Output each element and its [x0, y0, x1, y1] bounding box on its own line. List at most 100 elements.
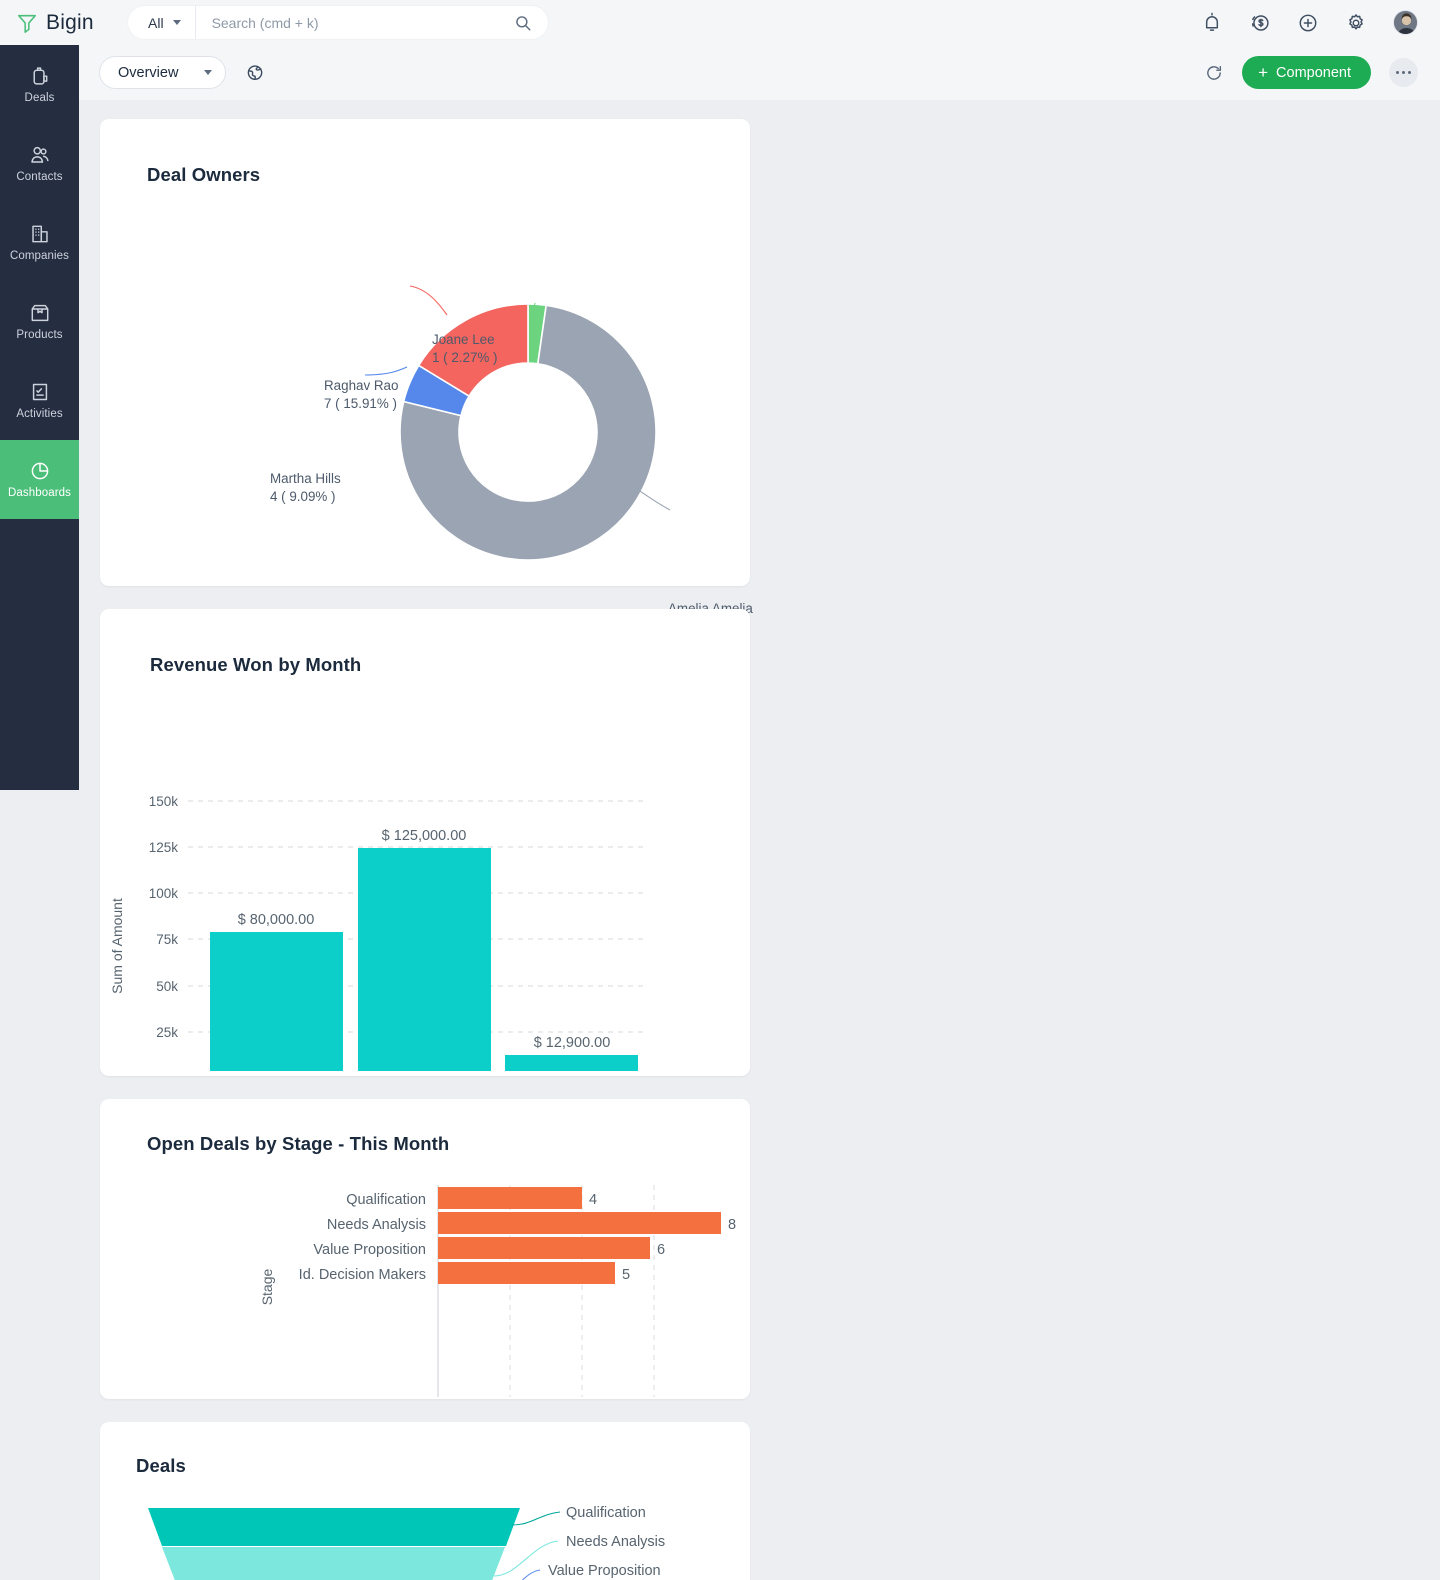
- hbar-id-decision-makers[interactable]: [438, 1262, 615, 1284]
- slice-value: 4 ( 9.09% ): [270, 488, 336, 504]
- svg-text:150k: 150k: [149, 794, 179, 809]
- gear-icon[interactable]: [1345, 12, 1367, 34]
- slice-value: 7 ( 15.91% ): [324, 395, 397, 411]
- bell-icon[interactable]: [1201, 12, 1223, 34]
- widget-deals-funnel: Deals Qualification Needs Analysis Value…: [100, 1422, 750, 1580]
- svg-text:5: 5: [622, 1267, 630, 1283]
- slice-value: 1 ( 2.27% ): [432, 349, 498, 365]
- bar-chart: 150k 125k 100k 75k 50k 25k 0 Sum of Amou…: [109, 794, 647, 1071]
- svg-text:Needs Analysis: Needs Analysis: [327, 1217, 426, 1233]
- globe-icon[interactable]: [244, 62, 265, 83]
- toolbar-right-group: + Component: [1204, 56, 1418, 89]
- dashboards-icon: [31, 462, 48, 480]
- chevron-down-icon: [204, 70, 213, 75]
- sidebar-item-label: Contacts: [16, 171, 63, 183]
- plus-circle-icon[interactable]: [1297, 12, 1319, 34]
- search-icon[interactable]: [514, 14, 548, 32]
- donut-chart: [364, 285, 671, 561]
- category-labels: Qualification Needs Analysis Value Propo…: [299, 1192, 426, 1283]
- svg-text:25k: 25k: [156, 1025, 178, 1040]
- funnel-chart: Qualification Needs Analysis Value Propo…: [148, 1505, 665, 1580]
- svg-text:100k: 100k: [149, 886, 179, 901]
- y-axis-ticks: 150k 125k 100k 75k 50k 25k 0: [149, 794, 179, 1040]
- svg-text:Needs Analysis: Needs Analysis: [566, 1534, 665, 1550]
- svg-text:Value Proposition: Value Proposition: [548, 1563, 661, 1579]
- y-axis-title: Stage: [259, 1268, 275, 1305]
- sidebar-item-dashboards[interactable]: Dashboards: [0, 440, 79, 519]
- header-icon-group: [1201, 10, 1440, 35]
- global-search-bar[interactable]: All: [128, 6, 548, 39]
- products-icon: [31, 304, 48, 322]
- chevron-down-icon: [172, 20, 181, 25]
- top-header-bar: Bigin All: [0, 0, 1440, 45]
- sidebar-item-label: Products: [16, 329, 63, 341]
- svg-text:$ 80,000.00: $ 80,000.00: [238, 912, 315, 928]
- hbar-needs-analysis[interactable]: [438, 1212, 721, 1234]
- sidebar-item-label: Companies: [9, 250, 70, 262]
- funnel-band-qualification[interactable]: [148, 1508, 520, 1546]
- donut-label-raghav-rao: Raghav Rao 7 ( 15.91% ): [324, 377, 398, 412]
- bar-may-2020[interactable]: [505, 1055, 638, 1071]
- horizontal-bar-chart: Qualification Needs Analysis Value Propo…: [259, 1185, 736, 1397]
- widget-title: Open Deals by Stage - This Month: [147, 1133, 450, 1154]
- hbar-value-proposition[interactable]: [438, 1237, 650, 1259]
- search-scope-label: All: [148, 14, 164, 31]
- sidebar-item-label: Dashboards: [7, 487, 71, 499]
- ellipsis-dot: [1395, 70, 1400, 75]
- donut-label-joane-lee: Joane Lee 1 ( 2.27% ): [432, 331, 498, 366]
- svg-text:Id. Decision Makers: Id. Decision Makers: [299, 1267, 426, 1283]
- svg-text:Qualification: Qualification: [346, 1192, 426, 1208]
- sidebar-item-companies[interactable]: Companies: [0, 203, 79, 282]
- donut-label-martha-hills: Martha Hills 4 ( 9.09% ): [270, 470, 341, 505]
- dashboard-board: Deal Owners Joane Lee 1 (2.27%) Raghav…: [79, 100, 1440, 1580]
- sidebar-item-contacts[interactable]: Contacts: [0, 124, 79, 203]
- bigin-funnel-icon: [17, 14, 37, 33]
- left-sidebar: Deals Contacts Companies Products Activi…: [0, 45, 79, 790]
- bar-june-2019[interactable]: [210, 932, 343, 1071]
- activities-icon: [32, 383, 47, 401]
- overview-dropdown[interactable]: Overview: [99, 56, 227, 89]
- svg-text:50k: 50k: [156, 979, 178, 994]
- sidebar-item-deals[interactable]: Deals: [0, 45, 79, 124]
- svg-text:Qualification: Qualification: [566, 1505, 646, 1521]
- sidebar-item-label: Activities: [16, 408, 63, 420]
- widget-open-deals-by-stage: Open Deals by Stage - This Month Qualifi…: [100, 1099, 750, 1399]
- brand-logo-area[interactable]: Bigin: [0, 11, 112, 35]
- svg-text:75k: 75k: [156, 932, 178, 947]
- y-axis-title: Sum of Amount: [109, 898, 125, 994]
- sidebar-item-activities[interactable]: Activities: [0, 361, 79, 440]
- widget-deal-owners: Deal Owners Joane Lee 1 (2.27%) Raghav…: [100, 119, 753, 651]
- deals-icon: [32, 67, 47, 85]
- add-component-button[interactable]: + Component: [1242, 56, 1371, 89]
- sidebar-item-label: Deals: [24, 92, 55, 104]
- widget-title: Deals: [136, 1455, 186, 1476]
- svg-text:$ 125,000.00: $ 125,000.00: [382, 828, 467, 844]
- funnel-band-needs-analysis[interactable]: [162, 1547, 505, 1580]
- slice-name: Raghav Rao: [324, 378, 399, 393]
- slice-name: Martha Hills: [270, 471, 341, 486]
- svg-text:4: 4: [589, 1192, 597, 1208]
- widget-revenue-won-by-month: Revenue Won by Month 150k 125k 100k 75k …: [100, 609, 750, 1076]
- plus-icon: +: [1258, 63, 1269, 82]
- svg-text:125k: 125k: [149, 840, 179, 855]
- search-scope-dropdown[interactable]: All: [128, 6, 196, 39]
- hbar-qualification[interactable]: [438, 1187, 582, 1209]
- sidebar-item-products[interactable]: Products: [0, 282, 79, 361]
- revenue-icon[interactable]: [1249, 12, 1271, 34]
- ellipsis-dot: [1401, 70, 1406, 75]
- refresh-icon[interactable]: [1204, 63, 1224, 83]
- slice-name: Joane Lee: [432, 332, 495, 347]
- search-input[interactable]: [195, 14, 514, 31]
- bar-july-2019[interactable]: [358, 848, 491, 1071]
- brand-name: Bigin: [46, 10, 94, 34]
- svg-text:$ 12,900.00: $ 12,900.00: [534, 1035, 611, 1051]
- component-label: Component: [1276, 64, 1351, 81]
- svg-text:8: 8: [728, 1217, 736, 1233]
- more-options-button[interactable]: [1389, 58, 1418, 87]
- svg-text:6: 6: [657, 1242, 665, 1258]
- ellipsis-dot: [1407, 70, 1412, 75]
- contacts-icon: [30, 146, 49, 163]
- overview-label: Overview: [118, 64, 179, 81]
- dashboard-toolbar: Overview + Component: [79, 45, 1440, 100]
- avatar[interactable]: [1393, 10, 1418, 35]
